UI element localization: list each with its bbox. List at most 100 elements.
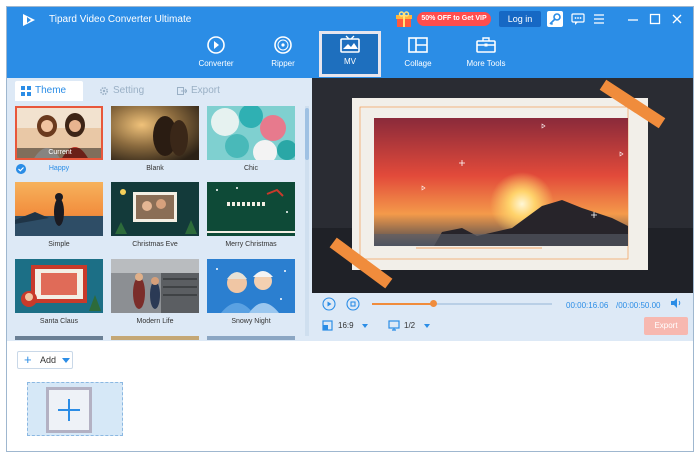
aspect-ratio-value[interactable]: 16:9 xyxy=(338,321,354,330)
chic-thumbnail-image xyxy=(207,106,295,160)
theme-merry-christmas[interactable]: Merry Christmas xyxy=(207,182,295,248)
toolbox-icon xyxy=(476,37,496,53)
collage-icon xyxy=(408,37,428,53)
tool-converter-label: Converter xyxy=(198,59,234,68)
maximize-icon[interactable] xyxy=(647,11,663,27)
ripper-icon xyxy=(274,36,292,54)
add-media-dropzone[interactable] xyxy=(27,382,123,436)
tab-theme[interactable]: Theme xyxy=(15,81,83,101)
export-icon xyxy=(177,87,187,95)
add-button[interactable]: + Add xyxy=(17,351,73,369)
theme-partial-thumbnail xyxy=(15,336,103,340)
theme-snowy-night[interactable]: Snowy Night xyxy=(207,259,295,325)
theme-santa-claus[interactable]: Santa Claus xyxy=(15,259,103,325)
tool-mv-label: MV xyxy=(344,57,356,66)
theme-chic[interactable]: Chic xyxy=(207,106,295,172)
theme-happy[interactable]: Current Happy xyxy=(15,106,103,174)
chat-icon[interactable] xyxy=(570,11,586,27)
stop-icon[interactable] xyxy=(346,297,360,311)
theme-label: Happy xyxy=(48,165,70,172)
mv-icon xyxy=(340,35,360,53)
theme-label: Snowy Night xyxy=(231,318,271,325)
theme-label: Simple xyxy=(48,241,70,248)
media-area: + Add xyxy=(7,341,693,451)
tool-mv[interactable]: MV xyxy=(319,31,381,77)
theme-label: Chic xyxy=(243,165,258,172)
theme-partial-thumbnail xyxy=(207,336,295,340)
tool-converter[interactable]: Converter xyxy=(186,33,246,75)
theme-thumbnail xyxy=(111,182,199,236)
theme-label: Modern Life xyxy=(136,318,174,325)
theme-scrollbar-thumb[interactable] xyxy=(305,108,309,160)
login-button[interactable]: Log in xyxy=(499,11,541,27)
tab-export-label: Export xyxy=(191,85,220,96)
theme-blank[interactable]: Blank xyxy=(111,106,199,172)
progress-fill xyxy=(372,303,434,305)
add-dropdown-icon[interactable] xyxy=(62,358,70,363)
simple-thumbnail-image xyxy=(15,182,103,236)
page-indicator[interactable]: 1/2 xyxy=(404,321,415,330)
theme-simple[interactable]: Simple xyxy=(15,182,103,248)
tool-collage[interactable]: Collage xyxy=(388,33,448,75)
theme-thumbnail xyxy=(207,106,295,160)
tool-collage-label: Collage xyxy=(404,59,432,68)
theme-label: Christmas Eve xyxy=(132,241,178,248)
merry-christmas-thumbnail-image xyxy=(207,182,295,236)
plus-icon: + xyxy=(24,352,32,367)
key-icon xyxy=(549,13,561,26)
play-icon[interactable] xyxy=(322,297,336,311)
minimize-icon[interactable] xyxy=(625,11,641,27)
theme-label: Santa Claus xyxy=(39,318,79,325)
theme-thumbnail xyxy=(111,106,199,160)
theme-thumbnail xyxy=(207,259,295,313)
theme-christmas-eve[interactable]: Christmas Eve xyxy=(111,182,199,248)
playback-controls: 00:00:16.06 /00:00:50.00 16:9 1/2 Export xyxy=(312,293,693,341)
tool-more-tools-label: More Tools xyxy=(466,59,506,68)
volume-icon[interactable] xyxy=(670,297,682,309)
snowy-night-thumbnail-image xyxy=(207,259,295,313)
tool-ripper[interactable]: Ripper xyxy=(253,33,313,75)
close-icon[interactable] xyxy=(669,11,685,27)
theme-grid: Current Happy Blank Chic Simple Christma… xyxy=(13,106,305,341)
header: Tipard Video Converter Ultimate 50% OFF … xyxy=(7,7,693,78)
tool-more-tools[interactable]: More Tools xyxy=(456,33,516,75)
export-button[interactable]: Export xyxy=(644,317,688,335)
screen-icon xyxy=(388,320,400,331)
converter-icon xyxy=(207,36,225,54)
tab-setting-label: Setting xyxy=(113,85,145,96)
tool-ripper-label: Ripper xyxy=(271,59,295,68)
app-logo-icon xyxy=(23,14,35,26)
theme-thumbnail xyxy=(207,182,295,236)
gear-icon xyxy=(99,86,109,96)
theme-thumbnail: Current xyxy=(15,106,103,160)
total-time: /00:00:50.00 xyxy=(616,301,661,310)
tab-export[interactable]: Export xyxy=(171,81,220,101)
menu-icon[interactable] xyxy=(591,11,607,27)
gift-icon[interactable] xyxy=(395,10,413,28)
tab-theme-label: Theme xyxy=(35,85,67,96)
theme-thumbnail xyxy=(111,259,199,313)
aspect-ratio-dropdown-icon[interactable] xyxy=(362,324,368,328)
add-media-plus-icon[interactable] xyxy=(46,387,92,433)
key-button[interactable] xyxy=(547,11,563,27)
selected-check-icon xyxy=(16,164,26,174)
current-time: 00:00:16.06 xyxy=(566,301,609,310)
add-button-label: Add xyxy=(40,355,57,365)
page-dropdown-icon[interactable] xyxy=(424,324,430,328)
app-title: Tipard Video Converter Ultimate xyxy=(49,14,192,25)
tab-setting[interactable]: Setting xyxy=(93,81,144,101)
current-badge: Current xyxy=(17,148,101,158)
preview-image xyxy=(312,78,693,293)
theme-thumbnail xyxy=(15,259,103,313)
panel-tabs: Theme Setting Export xyxy=(15,80,305,101)
vip-promo-button[interactable]: 50% OFF to Get VIP xyxy=(417,12,491,26)
video-preview xyxy=(312,78,693,293)
theme-panel: Theme Setting Export Current Happy Blank… xyxy=(7,78,312,341)
theme-modern-life[interactable]: Modern Life xyxy=(111,259,199,325)
theme-icon xyxy=(21,86,31,96)
progress-handle[interactable] xyxy=(429,300,437,307)
app-window: Tipard Video Converter Ultimate 50% OFF … xyxy=(6,6,694,452)
blank-thumbnail-image xyxy=(111,106,199,160)
aspect-ratio-icon xyxy=(322,320,333,331)
santa-claus-thumbnail-image xyxy=(15,259,103,313)
